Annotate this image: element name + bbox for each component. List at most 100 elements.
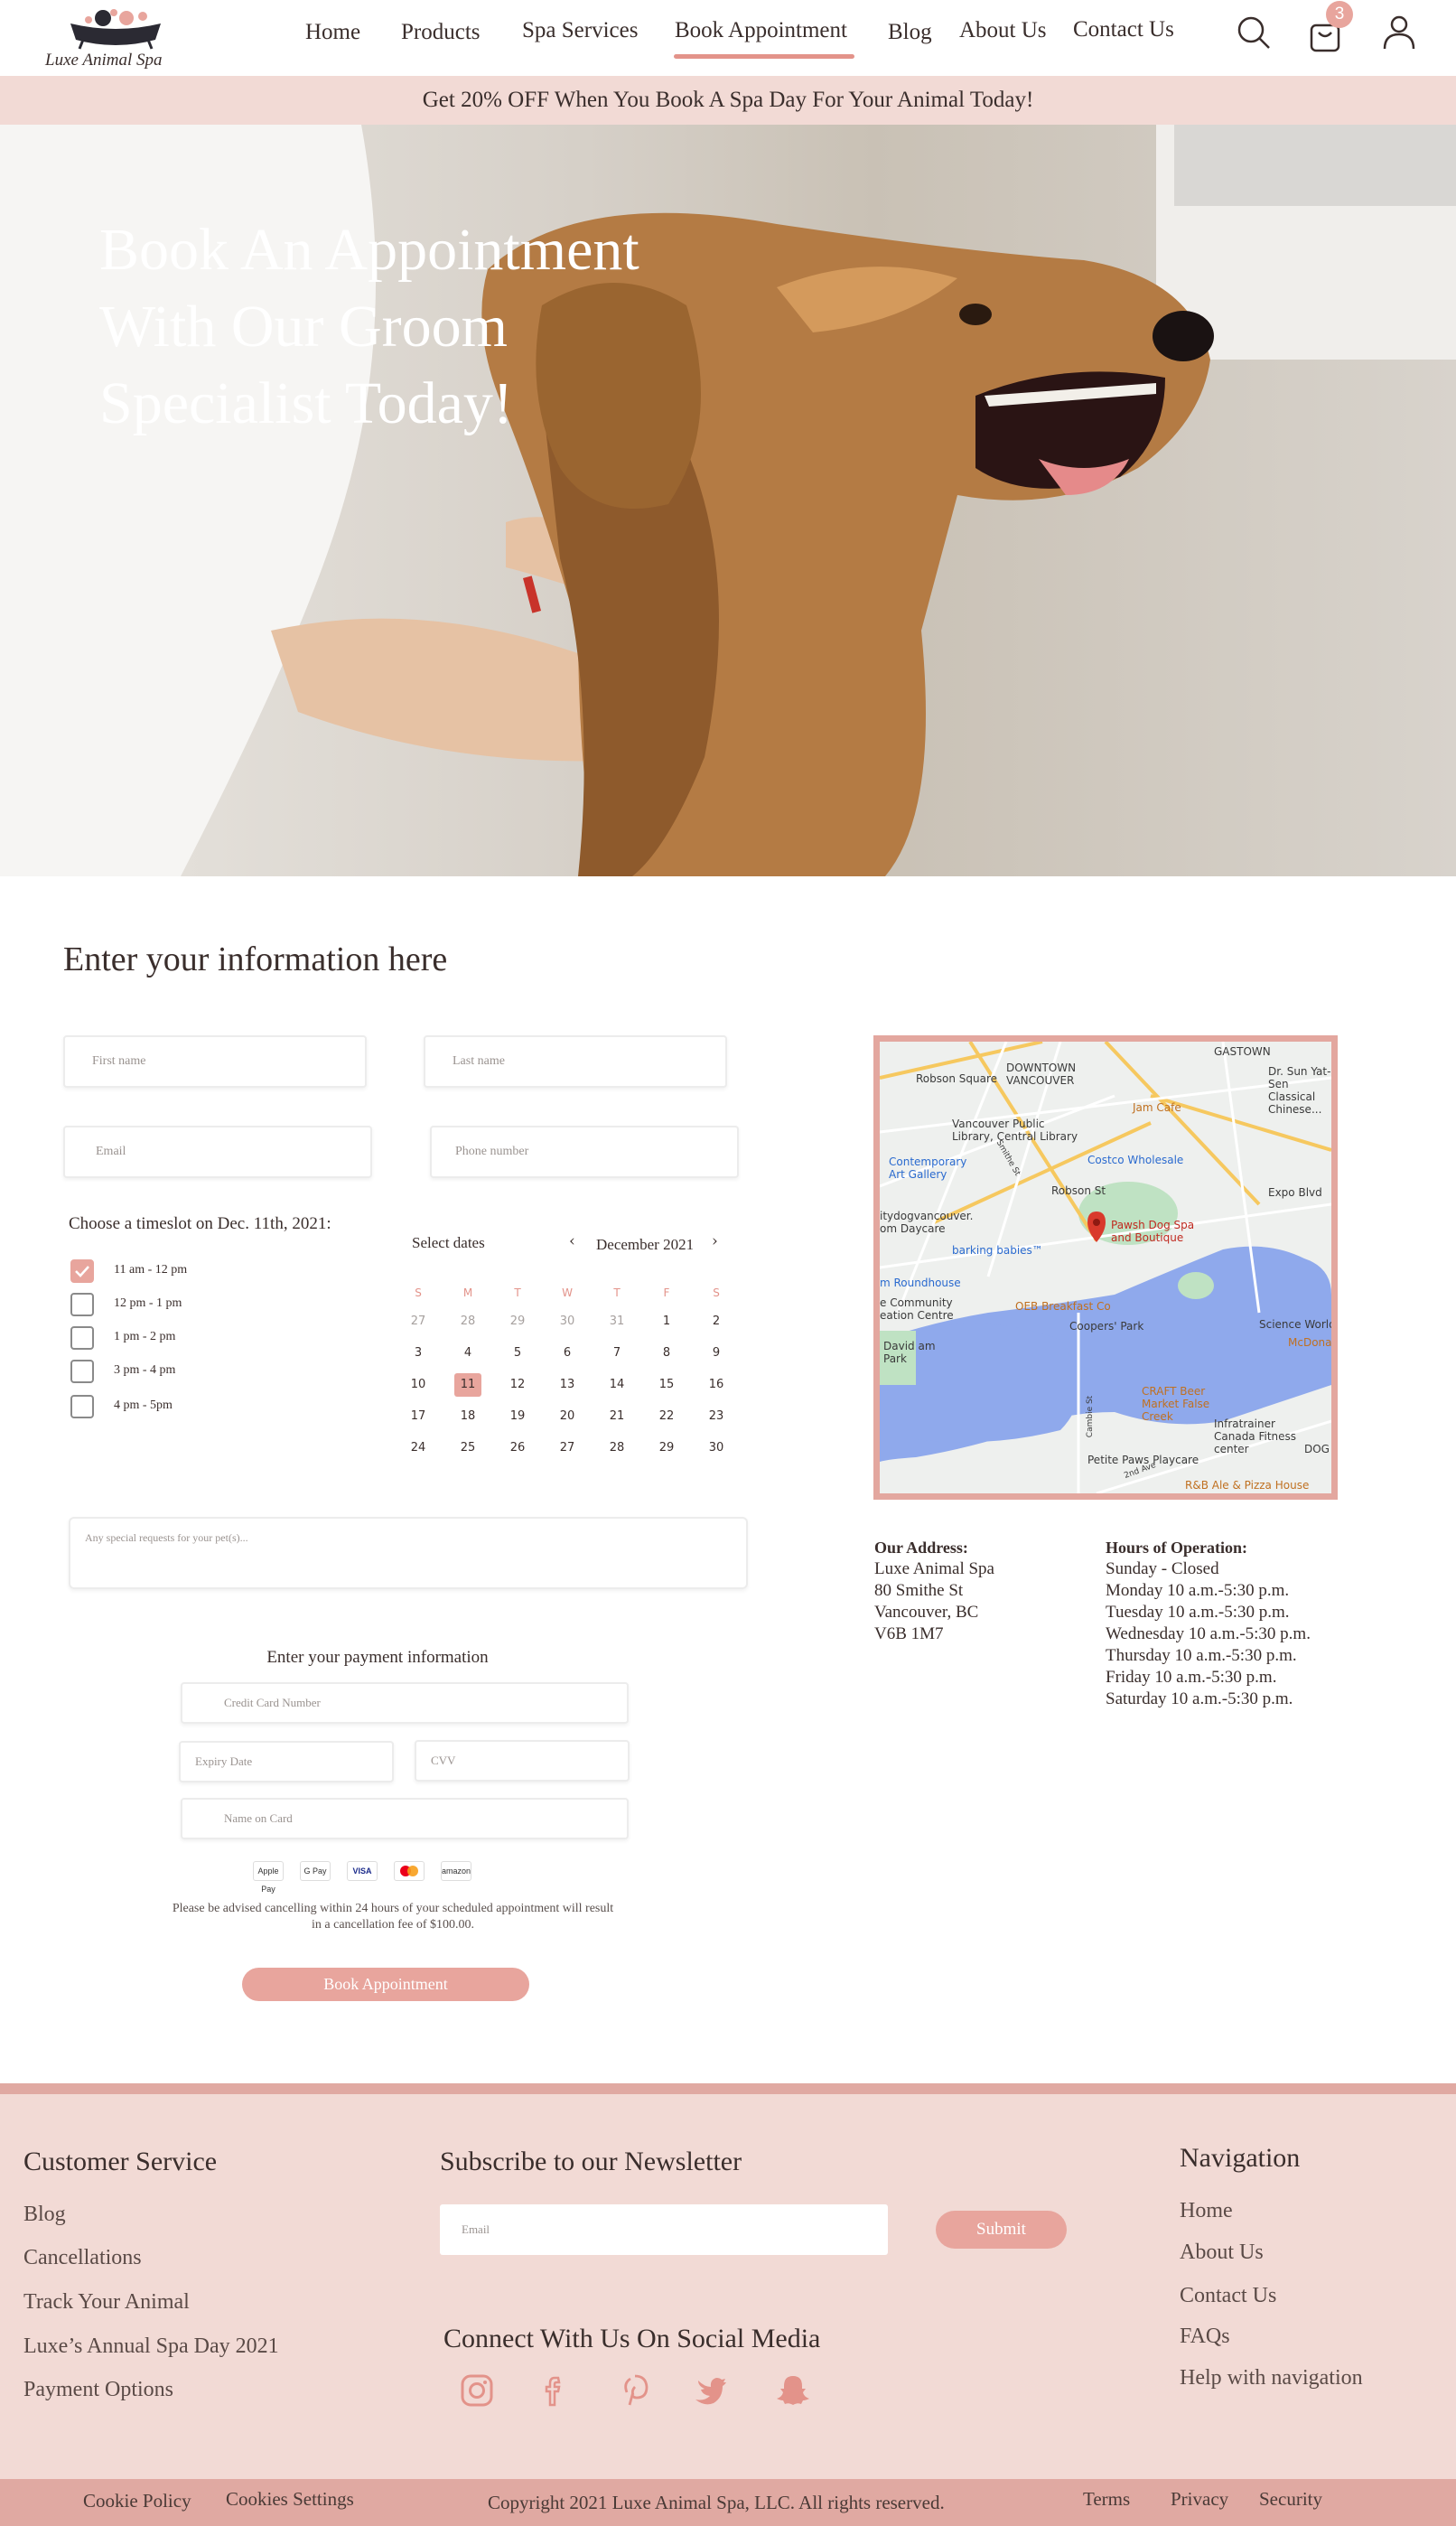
calendar-day[interactable]: 30 [698, 1436, 734, 1460]
nav-products[interactable]: Products [401, 20, 481, 45]
name-on-card-field[interactable]: Name on Card [181, 1798, 629, 1839]
customer-service-title: Customer Service [23, 2147, 218, 2176]
calendar-day[interactable]: 10 [400, 1373, 436, 1397]
calendar-weekday: S [415, 1286, 422, 1299]
calendar-prev-icon[interactable]: ‹ [569, 1232, 575, 1250]
calendar-day[interactable]: 26 [499, 1436, 536, 1460]
timeslot-label-1: 11 am - 12 pm [114, 1263, 188, 1277]
calendar-day[interactable]: 27 [549, 1436, 585, 1460]
footer-link-track-animal[interactable]: Track Your Animal [23, 2290, 190, 2315]
calendar-day[interactable]: 4 [450, 1342, 486, 1365]
calendar-day[interactable]: 28 [450, 1310, 486, 1333]
facebook-icon[interactable] [537, 2372, 573, 2409]
snapchat-icon[interactable] [775, 2372, 811, 2409]
footer-link-blog[interactable]: Blog [23, 2203, 66, 2227]
calendar-day[interactable]: 1 [649, 1310, 685, 1333]
social-title: Connect With Us On Social Media [443, 2324, 821, 2353]
timeslot-checkbox-3[interactable] [70, 1326, 94, 1350]
calendar-day[interactable]: 30 [549, 1310, 585, 1333]
nav-about-us[interactable]: About Us [959, 18, 1047, 43]
calendar-next-icon[interactable]: › [712, 1232, 718, 1250]
user-icon[interactable] [1379, 13, 1419, 52]
location-map[interactable]: GASTOWN Robson Square DOWNTOWN VANCOUVER… [873, 1035, 1338, 1500]
address-title: Our Address: [874, 1539, 968, 1557]
calendar-month: December 2021 [596, 1236, 695, 1253]
footer-nav-home[interactable]: Home [1180, 2199, 1233, 2223]
calendar-day[interactable]: 28 [599, 1436, 635, 1460]
calendar-day[interactable]: 9 [698, 1342, 734, 1365]
calendar-day[interactable]: 16 [698, 1373, 734, 1397]
footer-link-cancellations[interactable]: Cancellations [23, 2246, 142, 2270]
timeslot-checkbox-4[interactable] [70, 1360, 94, 1383]
footer-nav-help[interactable]: Help with navigation [1180, 2366, 1363, 2390]
footer-divider [0, 2083, 1456, 2094]
footer-nav-contact-us[interactable]: Contact Us [1180, 2284, 1276, 2308]
calendar-day[interactable]: 14 [599, 1373, 635, 1397]
calendar-day[interactable]: 2 [698, 1310, 734, 1333]
newsletter-email-input[interactable]: Email [440, 2204, 888, 2255]
calendar-day[interactable]: 27 [400, 1310, 436, 1333]
calendar-day[interactable]: 22 [649, 1405, 685, 1428]
calendar-day[interactable]: 24 [400, 1436, 436, 1460]
form-title: Enter your information here [63, 940, 448, 978]
card-number-field[interactable]: Credit Card Number [181, 1682, 629, 1724]
cookie-settings-link[interactable]: Cookies Settings [226, 2488, 354, 2511]
email-field[interactable]: Email [63, 1126, 372, 1178]
twitter-icon[interactable] [692, 2372, 728, 2409]
calendar-day[interactable]: 17 [400, 1405, 436, 1428]
privacy-link[interactable]: Privacy [1171, 2488, 1228, 2511]
cvv-field[interactable]: CVV [415, 1740, 630, 1782]
nav-blog[interactable]: Blog [888, 20, 932, 45]
calendar-day-selected[interactable]: 11 [454, 1373, 481, 1397]
security-link[interactable]: Security [1259, 2488, 1322, 2511]
calendar-day[interactable]: 12 [499, 1373, 536, 1397]
calendar-day[interactable]: 31 [599, 1310, 635, 1333]
map-label: Costco Wholesale [1087, 1154, 1184, 1166]
map-label: Vancouver Public Library, Central Librar… [952, 1118, 1078, 1143]
calendar-day[interactable]: 18 [450, 1405, 486, 1428]
cookie-policy-link[interactable]: Cookie Policy [83, 2490, 191, 2512]
pinterest-icon[interactable] [617, 2372, 653, 2409]
calendar-day[interactable]: 6 [549, 1342, 585, 1365]
calendar-weekday: T [613, 1286, 621, 1299]
calendar-day[interactable]: 7 [599, 1342, 635, 1365]
cancellation-note: Please be advised cancelling within 24 h… [172, 1902, 614, 1932]
map-label: m Roundhouse [880, 1277, 961, 1289]
address-block: Luxe Animal Spa 80 Smithe St Vancouver, … [874, 1558, 994, 1645]
calendar-day[interactable]: 29 [499, 1310, 536, 1333]
calendar-day[interactable]: 25 [450, 1436, 486, 1460]
book-appointment-button[interactable]: Book Appointment [242, 1968, 529, 2001]
calendar-day[interactable]: 19 [499, 1405, 536, 1428]
calendar-weekday: T [514, 1286, 521, 1299]
calendar-day[interactable]: 15 [649, 1373, 685, 1397]
terms-link[interactable]: Terms [1083, 2488, 1130, 2511]
calendar-day[interactable]: 5 [499, 1342, 536, 1365]
timeslot-checkbox-2[interactable] [70, 1293, 94, 1316]
calendar-day[interactable]: 8 [649, 1342, 685, 1365]
footer-link-spa-day[interactable]: Luxe’s Annual Spa Day 2021 [23, 2334, 279, 2359]
calendar-day[interactable]: 20 [549, 1405, 585, 1428]
footer-nav-faqs[interactable]: FAQs [1180, 2325, 1230, 2349]
calendar-day[interactable]: 3 [400, 1342, 436, 1365]
nav-contact-us[interactable]: Contact Us [1073, 17, 1174, 42]
calendar-day[interactable]: 21 [599, 1405, 635, 1428]
last-name-field[interactable]: Last name [424, 1035, 727, 1088]
footer-link-payment-options[interactable]: Payment Options [23, 2378, 173, 2402]
expiry-date-field[interactable]: Expiry Date [179, 1741, 394, 1782]
nav-spa-services[interactable]: Spa Services [522, 18, 638, 43]
calendar-day[interactable]: 13 [549, 1373, 585, 1397]
first-name-field[interactable]: First name [63, 1035, 367, 1088]
calendar-day[interactable]: 29 [649, 1436, 685, 1460]
footer-nav-about-us[interactable]: About Us [1180, 2241, 1264, 2265]
special-requests-field[interactable]: Any special requests for your pet(s)... [69, 1517, 748, 1589]
instagram-icon[interactable] [459, 2372, 495, 2409]
timeslot-checkbox-1[interactable] [70, 1259, 94, 1283]
search-icon[interactable] [1234, 13, 1274, 52]
nav-home[interactable]: Home [305, 20, 360, 45]
phone-field[interactable]: Phone number [430, 1126, 739, 1178]
nav-book-appointment[interactable]: Book Appointment [675, 18, 847, 43]
timeslot-checkbox-5[interactable] [70, 1395, 94, 1418]
address-line: Vancouver, BC [874, 1603, 979, 1622]
calendar-day[interactable]: 23 [698, 1405, 734, 1428]
newsletter-submit-button[interactable]: Submit [936, 2211, 1067, 2249]
